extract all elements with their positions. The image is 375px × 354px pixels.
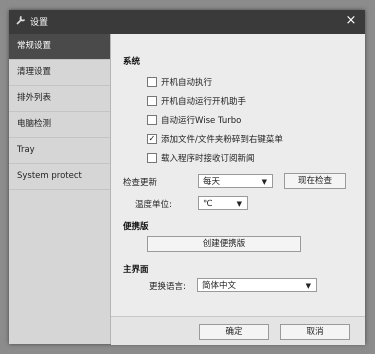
sidebar-item-tray[interactable]: Tray [9,138,110,164]
dropdown-arrow-icon: ▼ [305,282,311,290]
dropdown-arrow-icon: ▼ [236,200,242,208]
option-wise-turbo[interactable]: 自动运行Wise Turbo [147,115,241,127]
check-now-button[interactable]: 现在检查 [284,173,346,189]
sidebar-item-general[interactable]: 常规设置 [9,34,110,60]
window-title: 设置 [30,18,49,28]
wrench-icon [14,14,28,28]
checkbox[interactable] [147,96,157,106]
ok-button[interactable]: 确定 [199,324,269,340]
sidebar-item-system-protect[interactable]: System protect [9,164,110,190]
create-portable-button[interactable]: 创建便携版 [147,236,301,252]
section-title-system: 系统 [123,57,141,67]
title-bar: 设置 × [9,10,365,34]
cancel-button[interactable]: 取消 [280,324,350,340]
option-startup-helper[interactable]: 开机自动运行开机助手 [147,96,246,108]
option-shredder-context-menu[interactable]: ✓ 添加文件/文件夹粉碎到右键菜单 [147,134,283,146]
language-label: 更换语言: [149,282,186,292]
sidebar-item-pc-check[interactable]: 电脑检测 [9,112,110,138]
close-icon[interactable]: × [343,13,359,29]
checkbox[interactable] [147,77,157,87]
language-select[interactable]: 简体中文 ▼ [197,278,317,292]
sidebar: 常规设置 清理设置 排外列表 电脑检测 Tray System protect [9,34,111,344]
option-receive-news[interactable]: 载入程序时接收订阅新闻 [147,153,255,165]
section-title-portable: 便携版 [123,222,149,232]
update-label: 检查更新 [123,178,158,188]
settings-content: 系统 开机自动执行 开机自动运行开机助手 自动运行Wise Turbo ✓ 添加文… [111,34,365,316]
checkbox[interactable] [147,153,157,163]
settings-dialog: 设置 × 常规设置 清理设置 排外列表 电脑检测 Tray System pro… [9,10,365,345]
sidebar-item-exclusions[interactable]: 排外列表 [9,86,110,112]
sidebar-item-cleanup[interactable]: 清理设置 [9,60,110,86]
update-frequency-select[interactable]: 每天 ▼ [198,174,273,188]
checkbox[interactable] [147,115,157,125]
option-autostart[interactable]: 开机自动执行 [147,77,212,89]
dropdown-arrow-icon: ▼ [261,178,267,186]
dialog-footer: 确定 取消 [111,316,365,345]
section-title-main-ui: 主界面 [123,265,149,275]
temperature-unit-label: 温度单位: [135,200,172,210]
temperature-unit-select[interactable]: ℃ ▼ [198,196,248,210]
checkbox-checked[interactable]: ✓ [147,134,157,144]
